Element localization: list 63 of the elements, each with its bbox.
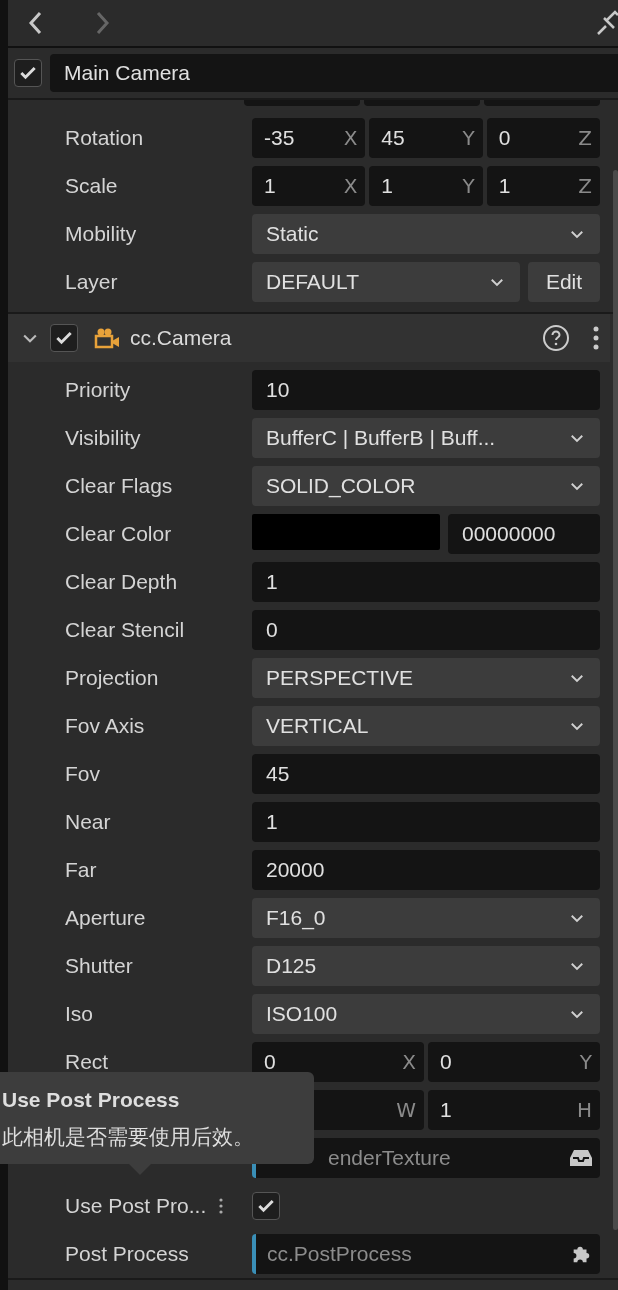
tray-icon <box>570 1148 592 1168</box>
number-field[interactable]: 0 X <box>252 1042 424 1082</box>
property-label: Shutter <box>65 953 133 980</box>
number-field[interactable]: 0 Y <box>428 1042 600 1082</box>
property-label: Use Post Pro... <box>65 1193 207 1220</box>
property-label: Fov Axis <box>65 713 145 740</box>
checkbox[interactable] <box>14 59 42 87</box>
property-label: Clear Color <box>65 521 172 548</box>
property-label: Fov <box>65 761 100 788</box>
property-label: Clear Depth <box>65 569 178 596</box>
property-label: Clear Flags <box>65 473 173 500</box>
hex-field[interactable]: 00000000 <box>448 514 600 554</box>
camera-icon <box>94 327 120 349</box>
dropdown[interactable]: ISO100 <box>252 994 600 1034</box>
dropdown[interactable]: DEFAULT <box>252 262 520 302</box>
component-title: cc.Camera <box>130 325 233 352</box>
property-label: Layer <box>65 269 118 296</box>
number-field[interactable]: 1 X <box>252 166 366 206</box>
dropdown[interactable]: VERTICAL <box>252 706 600 746</box>
property-label: Rect <box>65 1049 109 1076</box>
property-label: Clear Stencil <box>65 617 185 644</box>
property-label: Far <box>65 857 97 884</box>
input-field[interactable]: 10 <box>252 370 600 410</box>
input-field[interactable]: 0 <box>252 610 600 650</box>
property-label: Post Process <box>65 1241 189 1268</box>
input-field[interactable]: 1 <box>252 562 600 602</box>
help-icon[interactable] <box>542 324 570 352</box>
number-field[interactable]: -35 X <box>252 118 366 158</box>
property-label: Iso <box>65 1001 93 1028</box>
edit-button[interactable]: Edit <box>528 262 600 302</box>
number-field[interactable]: 1 Z <box>486 166 600 206</box>
property-label: Priority <box>65 377 131 404</box>
input-field[interactable]: 20000 <box>252 850 600 890</box>
property-label: Rotation <box>65 125 144 152</box>
dropdown[interactable]: SOLID_COLOR <box>252 466 600 506</box>
node-name-field[interactable]: Main Camera <box>50 54 618 92</box>
component-header[interactable]: cc.Camera <box>8 314 610 362</box>
input-field[interactable]: 1 <box>252 802 600 842</box>
asset-field[interactable]: cc.PostProcess <box>252 1234 600 1274</box>
dropdown[interactable]: BufferC | BufferB | Buff... <box>252 418 600 458</box>
property-label: Aperture <box>65 905 146 932</box>
number-field[interactable]: 45 Y <box>369 118 483 158</box>
more-icon[interactable] <box>218 1196 225 1216</box>
number-field[interactable]: 0 Z <box>486 118 600 158</box>
tooltip-text: 此相机是否需要使用后效。 <box>2 1124 255 1150</box>
dropdown[interactable]: F16_0 <box>252 898 600 938</box>
input-field[interactable]: 45 <box>252 754 600 794</box>
dropdown[interactable]: PERSPECTIVE <box>252 658 600 698</box>
scrollbar-thumb[interactable] <box>613 170 618 1230</box>
checkbox[interactable] <box>252 1192 280 1220</box>
dropdown[interactable]: Static <box>252 214 600 254</box>
property-label: Scale <box>65 173 118 200</box>
dropdown[interactable]: D125 <box>252 946 600 986</box>
more-icon[interactable] <box>592 325 600 351</box>
number-field[interactable]: 1 H <box>428 1090 600 1130</box>
property-label: Projection <box>65 665 159 692</box>
checkbox[interactable] <box>50 324 78 352</box>
property-label: Visibility <box>65 425 141 452</box>
tooltip-title: Use Post Process <box>2 1086 181 1113</box>
property-label: Near <box>65 809 111 836</box>
number-field[interactable]: 1 Y <box>369 166 483 206</box>
property-label: Mobility <box>65 221 137 248</box>
color-swatch[interactable] <box>252 514 440 550</box>
